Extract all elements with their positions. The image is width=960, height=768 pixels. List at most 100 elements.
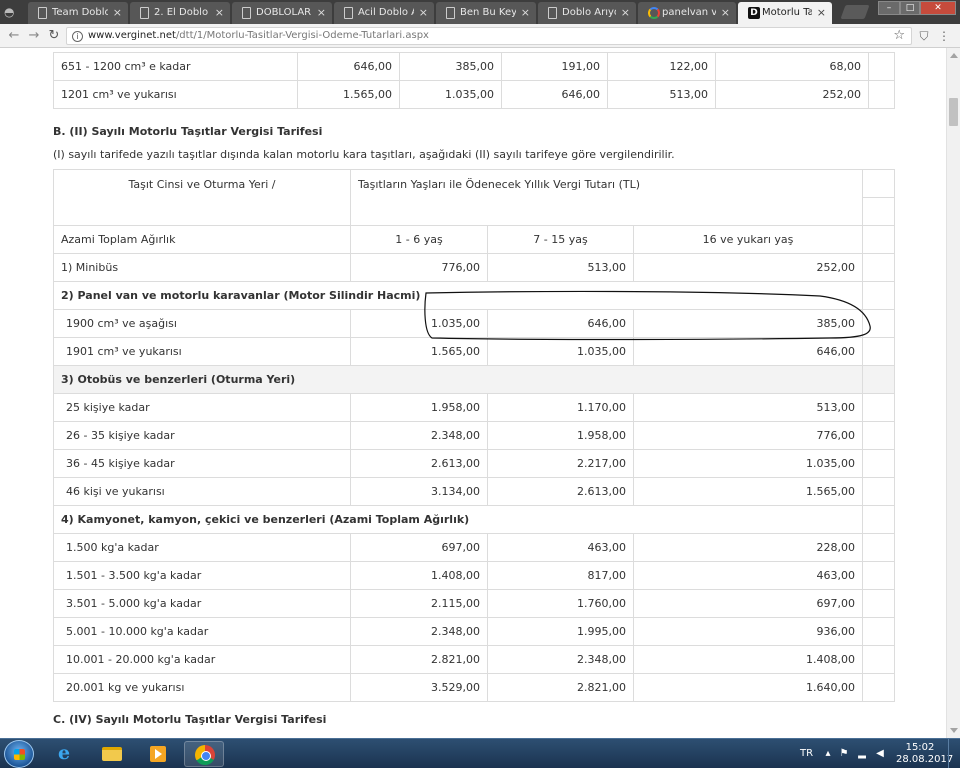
- taskbar-media-player[interactable]: [138, 741, 178, 767]
- tab-4[interactable]: Acil Doblo Ar ×: [334, 2, 434, 24]
- language-indicator[interactable]: TR: [800, 748, 813, 759]
- maximize-button[interactable]: □: [900, 1, 920, 15]
- url-text[interactable]: www.verginet.net/dtt/1/Motorlu-Tasitlar-…: [88, 30, 429, 41]
- tax-value: 2.348,00: [350, 421, 488, 450]
- tab-label: 2. El Doblo Ar: [154, 7, 210, 18]
- tab-2[interactable]: 2. El Doblo Ar ×: [130, 2, 230, 24]
- header-age-2: 7 - 15 yaş: [487, 225, 634, 254]
- tab-3[interactable]: DOBLOLARIN ×: [232, 2, 332, 24]
- table-row: 10.001 - 20.000 kg'a kadar 2.821,00 2.348,…: [53, 645, 896, 674]
- back-button[interactable]: ←: [5, 27, 23, 45]
- url-path: /dtt/1/Motorlu-Tasitlar-Vergisi-Odeme-Tu…: [175, 30, 429, 41]
- page-icon: [242, 7, 251, 19]
- row-label: 36 - 45 kişiye kadar: [53, 449, 351, 478]
- section-c-title: C. (IV) Sayılı Motorlu Taşıtlar Vergisi …: [53, 713, 327, 726]
- tray-expand-icon[interactable]: ▴: [822, 748, 834, 760]
- extension-shield-icon[interactable]: ⛉: [916, 28, 932, 44]
- file-explorer-icon: [102, 747, 122, 761]
- table-row: 651 - 1200 cm³ e kadar 646,00 385,00 191,00…: [53, 52, 895, 81]
- tab-5[interactable]: Ben Bu Keyifs ×: [436, 2, 536, 24]
- internet-explorer-icon: e: [58, 742, 71, 764]
- tax-value: 513,00: [632, 393, 864, 422]
- tax-value: 936,00: [632, 617, 864, 646]
- page-icon: [344, 7, 353, 19]
- minimize-button[interactable]: –: [878, 1, 900, 15]
- close-window-button[interactable]: ✕: [920, 1, 956, 15]
- network-signal-icon[interactable]: ▂: [856, 748, 868, 760]
- scroll-thumb[interactable]: [949, 98, 958, 126]
- header-age-1: 1 - 6 yaş: [350, 225, 488, 254]
- bookmark-star-icon[interactable]: ☆: [893, 28, 905, 43]
- action-center-flag-icon[interactable]: ⚑: [838, 748, 850, 760]
- extra-cell: [862, 281, 896, 310]
- google-icon: [648, 7, 660, 19]
- row-value: 513,00: [607, 80, 716, 109]
- taskbar-file-explorer[interactable]: [92, 741, 132, 767]
- header-tax-amount: Taşıtların Yaşları ile Ödenecek Yıllık V…: [349, 169, 864, 226]
- tab-close-icon[interactable]: ×: [521, 2, 530, 24]
- header-vehicle-type: Taşıt Cinsi ve Oturma Yeri /: [53, 169, 351, 226]
- extra-cell: [862, 337, 896, 366]
- extra-cell: [862, 477, 896, 506]
- section-b-title: B. (II) Sayılı Motorlu Taşıtlar Vergisi …: [53, 125, 323, 138]
- tab-close-icon[interactable]: ×: [419, 2, 428, 24]
- tab-8[interactable]: DMotorlu Taşıt ×: [738, 2, 832, 24]
- clock-time: 15:02: [905, 742, 935, 753]
- tax-value: 2.613,00: [350, 449, 488, 478]
- taskbar-internet-explorer[interactable]: e: [46, 741, 86, 767]
- row-value: 122,00: [607, 52, 716, 81]
- vertical-scrollbar[interactable]: [946, 48, 960, 738]
- tariff-i-table: 651 - 1200 cm³ e kadar 646,00 385,00 191,00…: [53, 52, 895, 109]
- tab-1[interactable]: Team Doblo | ×: [28, 2, 128, 24]
- page-icon: [140, 7, 149, 19]
- tax-value: 776,00: [350, 253, 488, 282]
- tab-close-icon[interactable]: ×: [113, 2, 122, 24]
- header-extra-cell: [862, 197, 896, 226]
- page-icon: [548, 7, 557, 19]
- tax-value: 1.565,00: [350, 337, 488, 366]
- table-row: 5.001 - 10.000 kg'a kadar 2.348,00 1.995,0…: [53, 617, 896, 646]
- tax-value: 2.821,00: [487, 673, 634, 702]
- table-row: 25 kişiye kadar 1.958,00 1.170,00 513,00: [53, 393, 896, 422]
- tab-close-icon[interactable]: ×: [317, 2, 326, 24]
- tariff-ii-table: Taşıt Cinsi ve Oturma Yeri / Taşıtların …: [52, 169, 896, 702]
- url-domain: www.verginet.net: [88, 30, 176, 41]
- menu-icon[interactable]: ⋮: [936, 28, 952, 44]
- forward-button[interactable]: →: [25, 27, 43, 45]
- address-bar[interactable]: i www.verginet.net/dtt/1/Motorlu-Tasitla…: [66, 27, 912, 45]
- reload-button[interactable]: ↻: [45, 27, 63, 45]
- tax-value: 1.408,00: [350, 561, 488, 590]
- row-value: 385,00: [399, 52, 502, 81]
- tab-label: Doblo Arıyoru: [562, 7, 616, 18]
- tab-close-icon[interactable]: ×: [215, 2, 224, 24]
- extra-cell: [862, 309, 896, 338]
- scroll-up-arrow-icon[interactable]: [950, 53, 958, 58]
- extra-cell: [862, 617, 896, 646]
- extra-cell: [862, 561, 896, 590]
- tab-close-icon[interactable]: ×: [817, 2, 826, 24]
- new-tab-button[interactable]: [840, 5, 870, 19]
- tab-close-icon[interactable]: ×: [721, 2, 730, 24]
- tax-value: 2.115,00: [350, 589, 488, 618]
- tab-close-icon[interactable]: ×: [621, 2, 630, 24]
- row-value: 252,00: [715, 80, 869, 109]
- row-label: 3.501 - 5.000 kg'a kadar: [53, 589, 351, 618]
- page-icon: [446, 7, 455, 19]
- tab-7[interactable]: panelvan verg ×: [638, 2, 736, 24]
- page-viewport: 651 - 1200 cm³ e kadar 646,00 385,00 191,00…: [0, 48, 946, 738]
- site-info-icon[interactable]: i: [72, 31, 83, 42]
- volume-icon[interactable]: ◀: [874, 748, 886, 760]
- row-value: 68,00: [715, 52, 869, 81]
- show-desktop-button[interactable]: [948, 739, 960, 768]
- tax-value: 697,00: [632, 589, 864, 618]
- start-button[interactable]: [4, 740, 34, 768]
- scroll-down-arrow-icon[interactable]: [950, 728, 958, 733]
- taskbar-chrome[interactable]: [184, 741, 224, 767]
- tax-value: 385,00: [632, 309, 864, 338]
- table-row: 1201 cm³ ve yukarısı 1.565,00 1.035,00 646,…: [53, 80, 895, 109]
- highlighted-table-row: 1900 cm³ ve aşağısı 1.035,00 646,00 385,00: [53, 309, 896, 338]
- tab-6[interactable]: Doblo Arıyoru ×: [538, 2, 636, 24]
- system-clock[interactable]: 15:02 28.08.2017: [896, 742, 953, 766]
- extra-cell: [868, 80, 895, 109]
- table-row: 1901 cm³ ve yukarısı 1.565,00 1.035,00 646,…: [53, 337, 896, 366]
